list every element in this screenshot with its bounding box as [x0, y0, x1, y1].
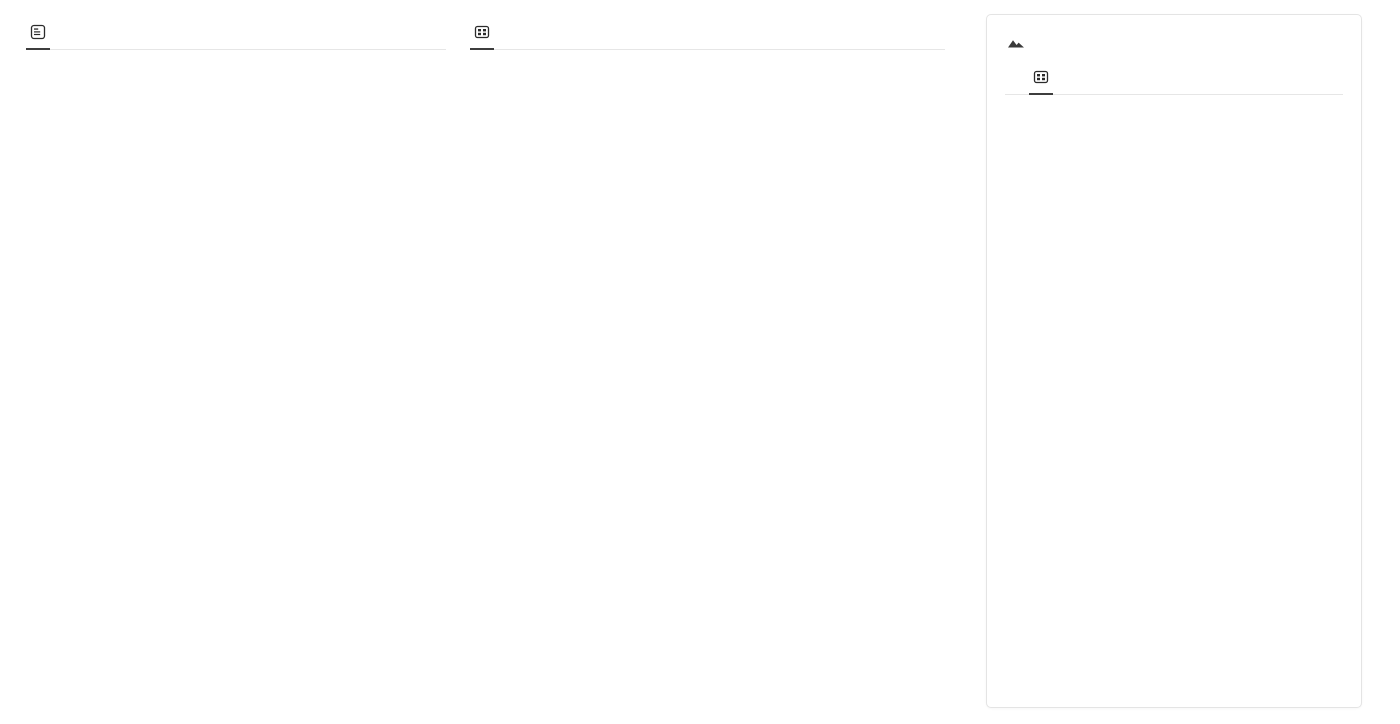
tabrow-rule	[26, 49, 446, 50]
tab-gallery[interactable]	[1029, 67, 1067, 95]
mountain-icon	[1007, 35, 1025, 53]
tabrow-rule	[470, 49, 945, 50]
action-items-tabrow	[26, 22, 446, 50]
active-projects-column	[460, 0, 960, 724]
active-projects-tabrow	[470, 22, 945, 50]
tabrow-rule	[1005, 94, 1343, 95]
action-items-column	[0, 0, 460, 724]
grid-gallery-icon	[1033, 69, 1049, 85]
list-document-icon	[30, 24, 46, 40]
goals-panel-title	[1005, 35, 1343, 53]
dashboard	[0, 0, 1400, 724]
tab-active-projects[interactable]	[470, 22, 508, 50]
gallery-tabrow	[1005, 67, 1343, 95]
goals-panel	[986, 14, 1362, 708]
tab-action-items[interactable]	[26, 22, 64, 50]
goals-column	[960, 0, 1400, 724]
grid-gallery-icon	[474, 24, 490, 40]
